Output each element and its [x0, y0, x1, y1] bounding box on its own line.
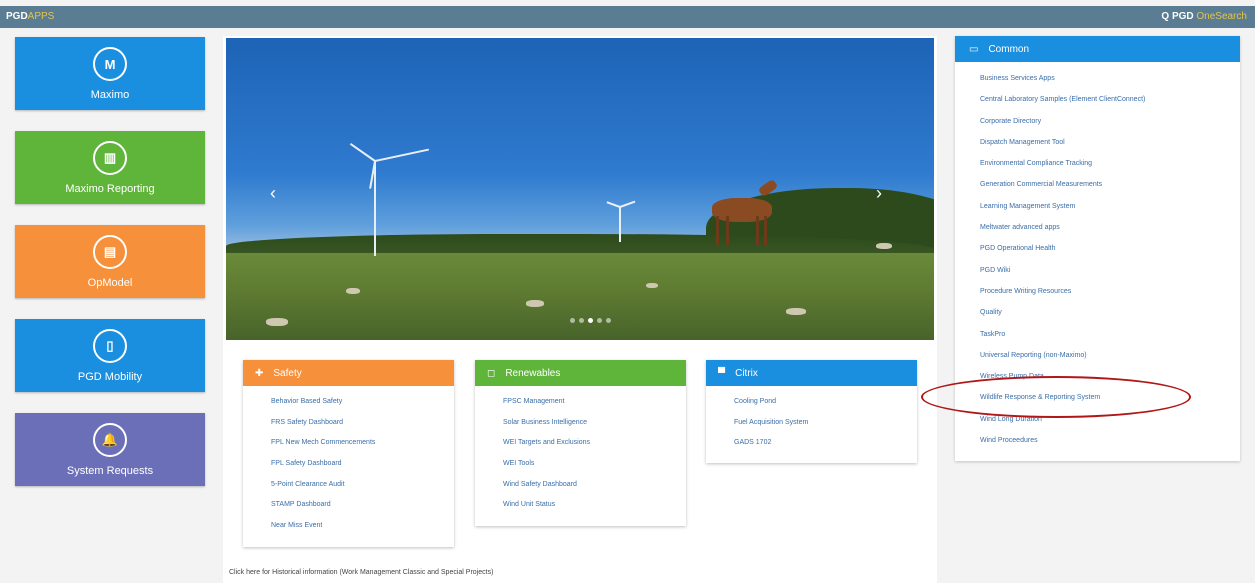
list-item[interactable]: FRS Safety Dashboard: [243, 413, 454, 434]
carousel-dot[interactable]: [597, 318, 602, 323]
list-item[interactable]: Central Laboratory Samples (Element Clie…: [955, 89, 1240, 110]
tile-opmodel[interactable]: ▤ OpModel: [15, 225, 205, 298]
bell-icon: 🔔: [93, 423, 127, 457]
rock: [266, 318, 288, 326]
monitor-icon: ▭: [969, 43, 979, 55]
safety-cross-icon: ✚: [255, 367, 264, 379]
list-item[interactable]: Quality: [955, 302, 1240, 323]
list-item[interactable]: Dispatch Management Tool: [955, 132, 1240, 153]
tile-label: OpModel: [87, 277, 133, 289]
list-item[interactable]: FPL New Mech Commencements: [243, 433, 454, 454]
card-title: Citrix: [735, 367, 758, 379]
highlight-annotation-circle: [921, 376, 1191, 418]
renewables-list: FPSC Management Solar Business Intellige…: [475, 386, 686, 516]
list-item[interactable]: Generation Commercial Measurements: [955, 174, 1240, 195]
safety-list: Behavior Based Safety FRS Safety Dashboa…: [243, 386, 454, 537]
list-item[interactable]: Behavior Based Safety: [243, 392, 454, 413]
list-item[interactable]: WEI Tools: [475, 454, 686, 475]
carousel-dot[interactable]: [588, 318, 593, 323]
onesearch-link[interactable]: Q PGD OneSearch: [1161, 11, 1247, 22]
carousel-prev-icon[interactable]: ‹: [270, 183, 276, 204]
list-item[interactable]: Meltwater advanced apps: [955, 217, 1240, 238]
carousel-dot[interactable]: [606, 318, 611, 323]
list-item[interactable]: TaskPro: [955, 324, 1240, 345]
rock: [876, 243, 892, 249]
common-header: ▭ Common: [955, 36, 1240, 62]
carousel-dot[interactable]: [579, 318, 584, 323]
card-title: Safety: [273, 367, 302, 379]
list-item[interactable]: PGD Operational Health: [955, 238, 1240, 259]
safety-header: ✚ Safety: [243, 360, 454, 386]
maximo-icon: M: [93, 47, 127, 81]
list-item[interactable]: Universal Reporting (non-Maximo): [955, 345, 1240, 366]
report-chart-icon: ▥: [93, 141, 127, 175]
renewables-header: ◻ Renewables: [475, 360, 686, 386]
citrix-card: ▀ Citrix Cooling Pond Fuel Acquisition S…: [706, 360, 917, 463]
server-icon: ▀: [718, 367, 726, 379]
list-item[interactable]: Wind Safety Dashboard: [475, 475, 686, 496]
list-item[interactable]: Cooling Pond: [706, 392, 917, 413]
list-item[interactable]: Wind Unit Status: [475, 495, 686, 516]
citrix-list: Cooling Pond Fuel Acquisition System GAD…: [706, 386, 917, 454]
list-item[interactable]: FPL Safety Dashboard: [243, 454, 454, 475]
carousel-dot[interactable]: [570, 318, 575, 323]
list-item[interactable]: GADS 1702: [706, 433, 917, 454]
document-icon: ▤: [93, 235, 127, 269]
tile-maximo[interactable]: M Maximo: [15, 37, 205, 110]
card-title: Renewables: [505, 367, 561, 379]
list-item[interactable]: Wind Proceedures: [955, 430, 1240, 451]
tile-system-requests[interactable]: 🔔 System Requests: [15, 413, 205, 486]
list-item[interactable]: Business Services Apps: [955, 68, 1240, 89]
top-bar: PGDAPPS Q PGD OneSearch: [0, 6, 1255, 28]
comment-icon: ◻: [487, 367, 496, 379]
rock: [526, 300, 544, 307]
list-item[interactable]: WEI Targets and Exclusions: [475, 433, 686, 454]
card-title: Common: [988, 43, 1030, 55]
tile-label: Maximo: [90, 89, 130, 101]
safety-card: ✚ Safety Behavior Based Safety FRS Safet…: [243, 360, 454, 547]
list-item[interactable]: FPSC Management: [475, 392, 686, 413]
list-item[interactable]: 5-Point Clearance Audit: [243, 475, 454, 496]
list-item[interactable]: Solar Business Intelligence: [475, 413, 686, 434]
list-item[interactable]: Near Miss Event: [243, 516, 454, 537]
list-item[interactable]: PGD Wiki: [955, 260, 1240, 281]
mobile-icon: ▯: [93, 329, 127, 363]
renewables-card: ◻ Renewables FPSC Management Solar Busin…: [475, 360, 686, 526]
rock: [786, 308, 806, 315]
grass-field: [226, 253, 934, 340]
list-item[interactable]: Environmental Compliance Tracking: [955, 153, 1240, 174]
carousel-indicators[interactable]: [570, 318, 611, 323]
list-item[interactable]: STAMP Dashboard: [243, 495, 454, 516]
historical-info-link[interactable]: Click here for Historical information (W…: [229, 569, 493, 576]
list-item[interactable]: Learning Management System: [955, 196, 1240, 217]
tile-maximo-reporting[interactable]: ▥ Maximo Reporting: [15, 131, 205, 204]
list-item[interactable]: Corporate Directory: [955, 111, 1240, 132]
list-item[interactable]: Procedure Writing Resources: [955, 281, 1240, 302]
citrix-header: ▀ Citrix: [706, 360, 917, 386]
image-carousel[interactable]: ‹ ›: [226, 38, 934, 340]
tile-label: PGD Mobility: [77, 371, 143, 383]
rock: [346, 288, 360, 294]
tile-pgd-mobility[interactable]: ▯ PGD Mobility: [15, 319, 205, 392]
list-item[interactable]: Fuel Acquisition System: [706, 413, 917, 434]
brand-logo[interactable]: PGDAPPS: [6, 11, 54, 22]
carousel-next-icon[interactable]: ›: [876, 183, 882, 204]
rock: [646, 283, 658, 288]
tile-label: Maximo Reporting: [65, 183, 155, 195]
tile-label: System Requests: [66, 465, 154, 477]
